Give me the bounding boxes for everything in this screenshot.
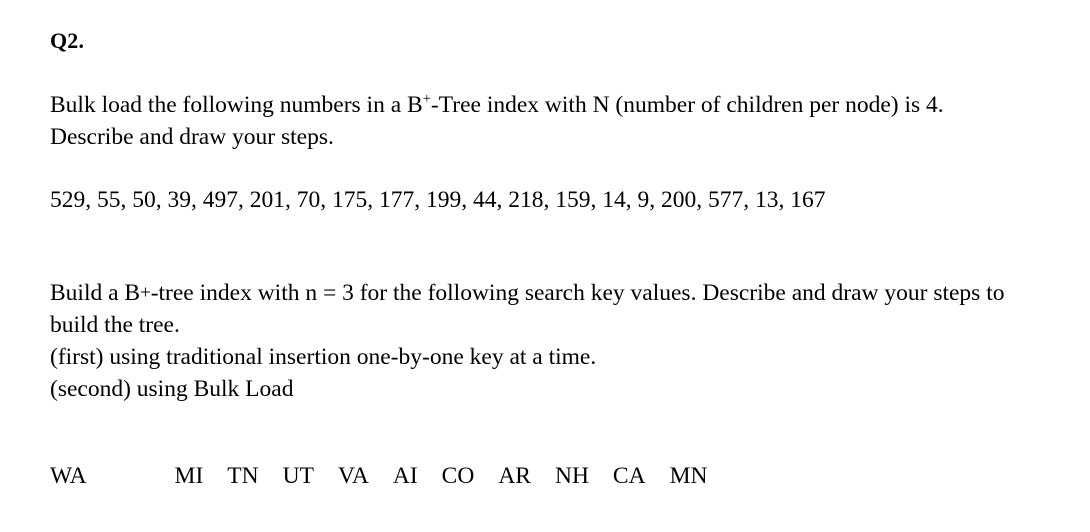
state-code-mi: MI: [174, 463, 204, 489]
superscript-plus-icon: +: [422, 91, 431, 108]
state-code-ai: AI: [392, 463, 418, 489]
paragraph-bulk-text-before-superscript: Bulk load the following numbers in a B: [50, 92, 423, 118]
paragraph-build-line-second: (second) using Bulk Load: [50, 376, 294, 402]
state-code-tn: TN: [227, 463, 259, 489]
inline-plus-icon: +: [140, 282, 151, 304]
paragraph-build-text-before-plus: Build a B: [50, 280, 141, 306]
state-code-mn: MN: [669, 463, 708, 489]
state-code-wa: WA: [50, 463, 87, 489]
state-code-row: WA MI TN UT VA AI CO AR NH CA MN: [50, 461, 707, 491]
paragraph-build-text-after-plus: -tree index with n = 3 for the following…: [50, 280, 1005, 338]
paragraph-build-tree: Build a B+-tree index with n = 3 for the…: [50, 277, 1040, 405]
state-code-ca: CA: [612, 463, 646, 489]
paragraph-bulk-load: Bulk load the following numbers in a B+-…: [50, 89, 980, 153]
state-code-va: VA: [337, 463, 369, 489]
state-code-ut: UT: [282, 463, 314, 489]
document-page: Q2. Bulk load the following numbers in a…: [0, 0, 1090, 532]
paragraph-build-line-first: (first) using traditional insertion one-…: [50, 344, 597, 370]
state-code-nh: NH: [554, 463, 589, 489]
number-list: 529, 55, 50, 39, 497, 201, 70, 175, 177,…: [50, 187, 826, 213]
page-title: Q2.: [50, 28, 85, 53]
state-code-ar: AR: [498, 463, 531, 489]
state-code-co: CO: [441, 463, 475, 489]
